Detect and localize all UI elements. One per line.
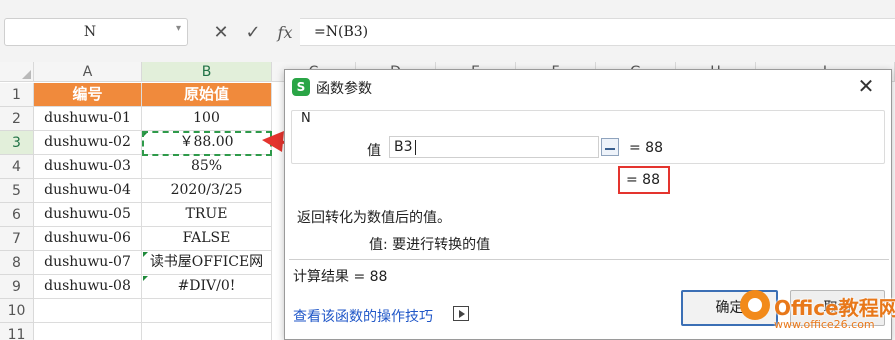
table-cell-id[interactable]: dushuwu-01 — [34, 107, 142, 131]
watermark: Office教程网 www.office26.com — [740, 286, 895, 338]
chevron-down-icon[interactable]: ▾ — [176, 23, 181, 34]
table-cell-id[interactable]: dushuwu-04 — [34, 179, 142, 203]
active-cell-selection — [142, 131, 272, 156]
wps-app-icon: S — [292, 78, 310, 96]
divider — [289, 259, 889, 260]
watermark-sub: www.office26.com — [774, 318, 875, 331]
highlighted-result: = 88 — [626, 172, 660, 188]
formula-input[interactable]: =N(B3) — [300, 18, 895, 46]
table-cell-id[interactable]: dushuwu-08 — [34, 275, 142, 299]
table-cell-value[interactable]: 85% — [142, 155, 272, 179]
close-icon[interactable]: ✕ — [210, 22, 232, 43]
dialog-titlebar[interactable]: S 函数参数 ✕ — [285, 70, 891, 104]
function-description: 返回转化为数值后的值。 — [297, 210, 451, 226]
error-indicator-icon — [143, 252, 148, 257]
table-cell-value[interactable]: TRUE — [142, 203, 272, 227]
empty-cell[interactable] — [142, 323, 272, 340]
row-header-1[interactable]: 1 — [0, 83, 34, 107]
name-box[interactable]: N ▾ — [4, 18, 188, 46]
fx-icon[interactable]: fx — [274, 23, 296, 42]
highlighted-result-box: = 88 — [618, 166, 670, 194]
row-header-7[interactable]: 7 — [0, 227, 34, 251]
name-box-value: N — [83, 24, 97, 40]
table-header-cell[interactable]: 编号 — [34, 83, 142, 107]
table-cell-value[interactable]: #DIV/0! — [142, 275, 272, 299]
text-caret — [415, 140, 416, 155]
row-header-6[interactable]: 6 — [0, 203, 34, 227]
param-result: = 88 — [629, 140, 663, 156]
table-cell-id[interactable]: dushuwu-07 — [34, 251, 142, 275]
row-header-5[interactable]: 5 — [0, 179, 34, 203]
table-cell-value[interactable]: FALSE — [142, 227, 272, 251]
table-cell-value[interactable]: 2020/3/25 — [142, 179, 272, 203]
row-header-2[interactable]: 2 — [0, 107, 34, 131]
check-icon[interactable]: ✓ — [242, 22, 264, 43]
column-header-a[interactable]: A — [34, 62, 142, 82]
row-header-10[interactable]: 10 — [0, 299, 34, 323]
formula-bar: N ▾ ✕ ✓ fx =N(B3) — [0, 0, 895, 62]
table-header-cell[interactable]: 原始值 — [142, 83, 272, 107]
table-cell-id[interactable]: dushuwu-05 — [34, 203, 142, 227]
param-input-value: B3 — [394, 139, 413, 155]
param-label: 值 — [367, 143, 381, 159]
empty-cell[interactable] — [34, 323, 142, 340]
error-indicator-icon — [143, 276, 148, 281]
formula-text: =N(B3) — [314, 24, 369, 40]
row-header-11[interactable]: 11 — [0, 323, 34, 340]
table-cell-id[interactable]: dushuwu-06 — [34, 227, 142, 251]
help-link[interactable]: 查看该函数的操作技巧 — [293, 306, 433, 326]
watermark-main: Office教程网 — [774, 296, 895, 320]
video-play-icon[interactable] — [453, 306, 469, 321]
param-input[interactable]: B3 — [389, 136, 599, 158]
close-icon[interactable]: ✕ — [855, 74, 877, 98]
function-name: N — [299, 111, 313, 126]
table-cell-value[interactable]: 100 — [142, 107, 272, 131]
empty-cell[interactable] — [142, 299, 272, 323]
formula-icons: ✕ ✓ fx — [210, 20, 296, 44]
table-cell-id[interactable]: dushuwu-03 — [34, 155, 142, 179]
select-all-corner[interactable] — [0, 62, 34, 82]
table-cell-value[interactable]: 读书屋OFFICE网 — [142, 251, 272, 275]
dialog-title: 函数参数 — [316, 81, 372, 97]
row-header-3[interactable]: 3 — [0, 131, 34, 155]
calc-result: 计算结果 = 88 — [293, 269, 388, 285]
table-cell-id[interactable]: dushuwu-02 — [34, 131, 142, 155]
empty-cell[interactable] — [34, 299, 142, 323]
param-description: 值: 要进行转换的值 — [369, 237, 491, 253]
column-header-b[interactable]: B — [142, 62, 272, 82]
row-header-4[interactable]: 4 — [0, 155, 34, 179]
row-header-9[interactable]: 9 — [0, 275, 34, 299]
office-logo-icon — [740, 290, 770, 320]
row-header-8[interactable]: 8 — [0, 251, 34, 275]
collapse-range-icon[interactable] — [601, 138, 619, 156]
